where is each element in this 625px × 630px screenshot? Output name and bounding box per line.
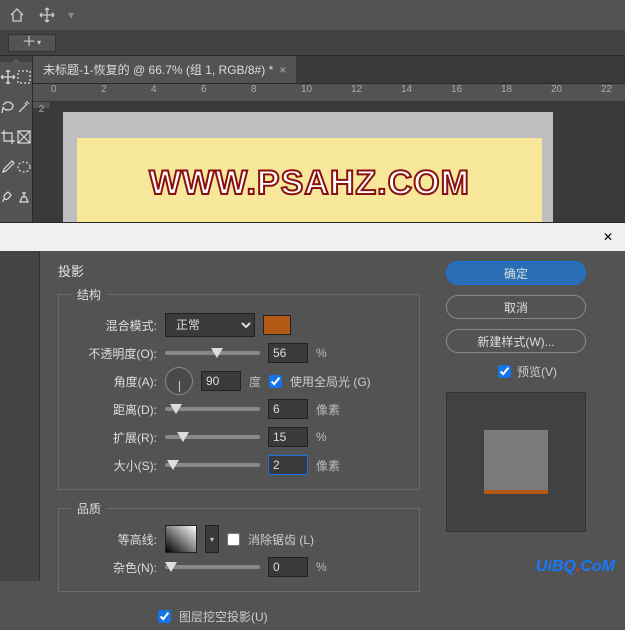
lasso-tool[interactable] — [0, 92, 16, 122]
eyedropper-tool[interactable] — [0, 152, 16, 182]
spread-input[interactable] — [268, 427, 308, 447]
ruler-tick: 4 — [151, 84, 201, 101]
structure-group: 结构 混合模式: 正常 不透明度(O): % 角度(A): — [58, 286, 420, 490]
size-slider[interactable] — [165, 463, 260, 467]
new-style-button[interactable]: 新建样式(W)... — [446, 329, 586, 353]
ruler-tick: 6 — [201, 84, 251, 101]
cancel-button[interactable]: 取消 — [446, 295, 586, 319]
noise-unit: % — [316, 560, 327, 574]
brush-tool[interactable] — [0, 182, 16, 212]
global-light-label: 使用全局光 (G) — [290, 373, 371, 390]
crop-tool[interactable] — [0, 122, 16, 152]
ruler-tick: 18 — [501, 84, 551, 101]
close-icon[interactable]: × — [279, 63, 286, 77]
size-input[interactable] — [268, 455, 308, 475]
site-watermark: UiBQ.CoM — [536, 558, 615, 576]
opacity-unit: % — [316, 346, 327, 360]
ruler-tick: 10 — [301, 84, 351, 101]
ruler-tick: 2 — [101, 84, 151, 101]
document-tab[interactable]: 未标题-1-恢复的 @ 66.7% (组 1, RGB/8#) * × — [33, 56, 296, 83]
style-preview — [446, 392, 586, 532]
angle-input[interactable] — [201, 371, 241, 391]
angle-unit: 度 — [249, 373, 261, 390]
dropdown-chevron-icon[interactable]: ▾ — [68, 8, 74, 22]
home-icon[interactable] — [8, 6, 26, 24]
dialog-right-panel: 确定 取消 新建样式(W)... 预览(V) — [430, 251, 625, 581]
structure-legend: 结构 — [71, 286, 107, 303]
canvas-area[interactable]: 2 WWW.PSAHZ.COM — [33, 102, 625, 108]
style-list-panel[interactable] — [0, 251, 40, 581]
preview-label: 预览(V) — [517, 363, 557, 380]
opacity-label: 不透明度(O): — [71, 345, 157, 362]
global-light-checkbox[interactable] — [269, 375, 282, 388]
spread-label: 扩展(R): — [71, 429, 157, 446]
ruler-tick: 22 — [601, 84, 625, 101]
document-tab-bar: 未标题-1-恢复的 @ 66.7% (组 1, RGB/8#) * × — [33, 56, 625, 84]
distance-unit: 像素 — [316, 401, 340, 418]
layer-style-dialog: ✕ 投影 结构 混合模式: 正常 不透明度(O): % — [0, 222, 625, 580]
quality-legend: 品质 — [71, 500, 107, 517]
style-settings-panel: 投影 结构 混合模式: 正常 不透明度(O): % 角度( — [40, 251, 430, 581]
ruler-tick: 2 — [33, 102, 50, 152]
move-icon[interactable] — [38, 6, 56, 24]
frame-tool[interactable] — [16, 122, 32, 152]
opacity-slider[interactable] — [165, 351, 260, 355]
close-icon[interactable]: ✕ — [597, 226, 619, 248]
noise-slider[interactable] — [165, 565, 260, 569]
ruler-vertical: 2 — [33, 102, 51, 108]
size-label: 大小(S): — [71, 457, 157, 474]
shadow-color-swatch[interactable] — [263, 315, 291, 335]
spread-slider[interactable] — [165, 435, 260, 439]
distance-slider[interactable] — [165, 407, 260, 411]
ruler-tick: 16 — [451, 84, 501, 101]
preview-checkbox[interactable] — [498, 365, 511, 378]
ruler-tick: 8 — [251, 84, 301, 101]
tool-options-bar: ▾ — [0, 30, 625, 56]
ruler-tick: 14 — [401, 84, 451, 101]
quality-group: 品质 等高线: ▾ 消除锯齿 (L) 杂色(N): % — [58, 500, 420, 592]
blend-mode-select[interactable]: 正常 — [165, 313, 255, 337]
selection-tool[interactable] — [16, 152, 32, 182]
move-icon — [23, 35, 35, 50]
tool-preset-picker[interactable]: ▾ — [8, 34, 56, 52]
antialias-label: 消除锯齿 (L) — [248, 531, 314, 548]
opacity-input[interactable] — [268, 343, 308, 363]
section-title: 投影 — [58, 261, 420, 280]
contour-picker[interactable] — [165, 525, 197, 553]
document-tab-title: 未标题-1-恢复的 @ 66.7% (组 1, RGB/8#) * — [43, 61, 273, 78]
watermark-text: WWW.PSAHZ.COM — [149, 164, 470, 203]
noise-label: 杂色(N): — [71, 559, 157, 576]
noise-input[interactable] — [268, 557, 308, 577]
distance-input[interactable] — [268, 399, 308, 419]
clone-stamp-tool[interactable] — [16, 182, 32, 212]
style-preview-swatch — [484, 430, 548, 494]
angle-dial[interactable] — [165, 367, 193, 395]
dialog-title-bar[interactable]: ✕ — [0, 223, 625, 251]
spread-unit: % — [316, 430, 327, 444]
ok-button[interactable]: 确定 — [446, 261, 586, 285]
ruler-tick: 20 — [551, 84, 601, 101]
move-tool[interactable] — [0, 62, 16, 92]
angle-label: 角度(A): — [71, 373, 157, 390]
knockout-label: 图层挖空投影(U) — [179, 608, 268, 625]
contour-dropdown-icon[interactable]: ▾ — [205, 525, 219, 553]
distance-label: 距离(D): — [71, 401, 157, 418]
blend-mode-label: 混合模式: — [71, 317, 157, 334]
knockout-checkbox[interactable] — [158, 610, 171, 623]
magic-wand-tool[interactable] — [16, 92, 32, 122]
marquee-tool[interactable] — [16, 62, 32, 92]
contour-label: 等高线: — [71, 531, 157, 548]
antialias-checkbox[interactable] — [227, 533, 240, 546]
ruler-horizontal: 0 2 4 6 8 10 12 14 16 18 20 22 24 — [33, 84, 625, 102]
size-unit: 像素 — [316, 457, 340, 474]
chevron-down-icon: ▾ — [37, 38, 41, 47]
ruler-tick: 0 — [51, 84, 101, 101]
canvas-document: WWW.PSAHZ.COM — [77, 138, 542, 228]
ruler-tick: 12 — [351, 84, 401, 101]
app-menu-bar: ▾ — [0, 0, 625, 30]
